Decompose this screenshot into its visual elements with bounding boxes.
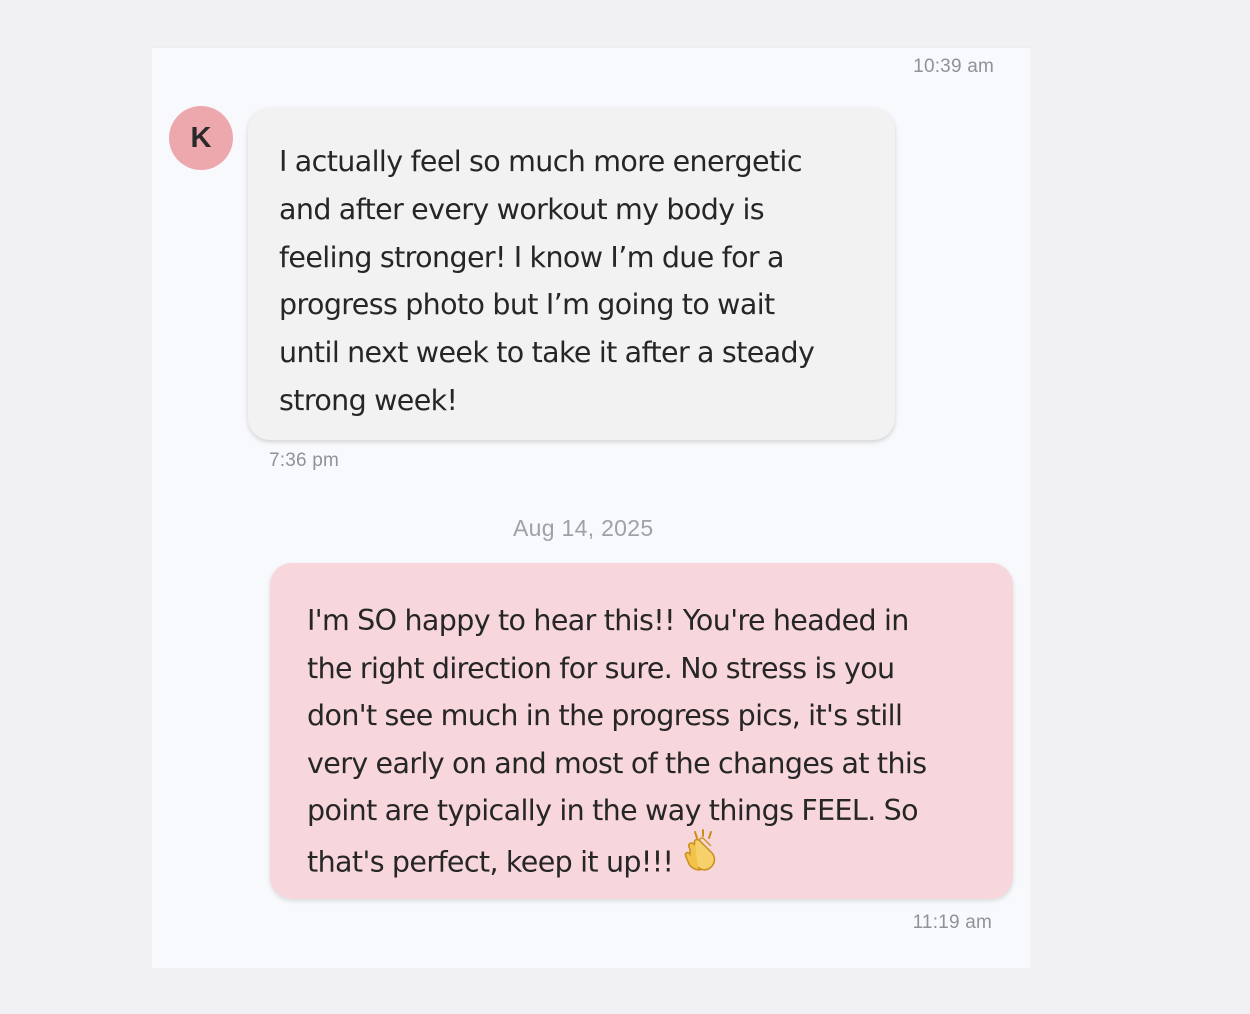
incoming-message-timestamp: 7:36 pm xyxy=(269,450,340,471)
message-line: very early on and most of the changes at… xyxy=(307,746,927,780)
clapping-hands-icon xyxy=(681,828,721,886)
message-line: feeling stronger! I know I’m due for a xyxy=(279,240,784,274)
avatar[interactable]: K xyxy=(169,106,233,170)
message-line-last: that's perfect, keep it up!!! xyxy=(307,828,993,892)
avatar-initial: K xyxy=(190,121,212,154)
outgoing-message-timestamp: 11:19 am xyxy=(912,912,992,933)
date-separator: Aug 14, 2025 xyxy=(513,515,654,541)
message-line: I'm SO happy to hear this!! You're heade… xyxy=(307,604,909,637)
message-line: point are typically in the way things FE… xyxy=(307,794,919,827)
incoming-message-bubble[interactable]: I actually feel so much more energetic a… xyxy=(248,108,895,440)
outgoing-message-bubble[interactable]: I'm SO happy to hear this!! You're heade… xyxy=(270,563,1013,899)
divider xyxy=(152,46,1030,48)
chat-thread: 10:39 am K I actually feel so much more … xyxy=(152,46,1030,968)
message-line: the right direction for sure. No stress … xyxy=(307,651,895,685)
message-line: and after every workout my body is xyxy=(279,192,765,226)
message-line: strong week! xyxy=(279,383,458,417)
message-line: progress photo but I’m going to wait xyxy=(279,288,775,322)
message-line: I actually feel so much more energetic xyxy=(279,145,803,178)
message-timestamp: 10:39 am xyxy=(913,56,994,77)
message-line-text: that's perfect, keep it up!!! xyxy=(307,844,674,878)
message-line: don't see much in the progress pics, it'… xyxy=(307,699,903,732)
message-line: until next week to take it after a stead… xyxy=(279,336,815,370)
